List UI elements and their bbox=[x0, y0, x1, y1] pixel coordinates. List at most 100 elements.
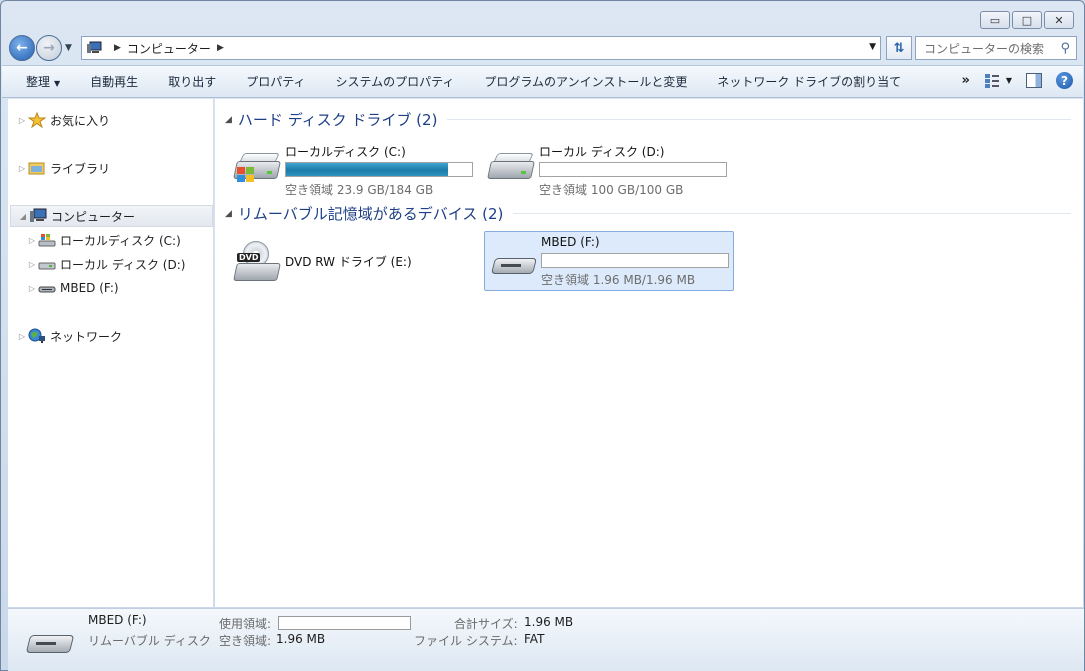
nav-favorites[interactable]: ▷ お気に入り bbox=[16, 109, 110, 131]
drive-e-tile[interactable]: DVD DVD RW ドライブ (E:) bbox=[229, 229, 479, 289]
breadcrumb-arrow-icon[interactable]: ▶ bbox=[114, 43, 121, 53]
star-icon bbox=[27, 111, 47, 129]
group-removable-title: リムーバブル記憶域があるデバイス (2) bbox=[237, 205, 504, 223]
chevron-down-icon: ▼ bbox=[54, 79, 61, 88]
drive-f-name: MBED (F:) bbox=[541, 235, 600, 249]
nav-computer[interactable]: ◢ コンピューター bbox=[10, 205, 213, 227]
nav-favorites-label: お気に入り bbox=[50, 113, 111, 128]
toolbar-right: » ▼ ? bbox=[961, 72, 1073, 89]
hard-drive-icon bbox=[487, 147, 535, 187]
computer-icon bbox=[86, 41, 102, 55]
details-drive-name: MBED (F:) bbox=[88, 613, 147, 627]
drive-f-free-space: 空き領域 1.96 MB/1.96 MB bbox=[541, 273, 696, 287]
group-hard-disks[interactable]: ◢ ハード ディスク ドライブ (2) bbox=[225, 109, 1071, 130]
details-filesystem-value: FAT bbox=[524, 632, 545, 646]
help-icon[interactable]: ? bbox=[1056, 72, 1073, 89]
collapse-icon[interactable]: ◢ bbox=[225, 209, 232, 219]
expand-icon[interactable]: ▷ bbox=[26, 284, 38, 293]
drive-f-tile[interactable]: MBED (F:) 空き領域 1.96 MB/1.96 MB bbox=[484, 231, 734, 291]
drive-c-usage-fill bbox=[286, 163, 448, 176]
map-network-drive-button[interactable]: ネットワーク ドライブの割り当て bbox=[702, 73, 916, 90]
hard-drive-icon bbox=[38, 256, 56, 272]
expand-icon[interactable]: ▷ bbox=[16, 164, 28, 173]
drive-d-usage-bar bbox=[539, 162, 727, 177]
nav-drive-d-label: ローカル ディスク (D:) bbox=[60, 257, 186, 272]
breadcrumb-computer[interactable]: コンピューター bbox=[127, 40, 211, 57]
change-view-button[interactable]: ▼ bbox=[984, 73, 1012, 89]
nav-libraries-label: ライブラリ bbox=[50, 161, 111, 176]
nav-buttons: ← → ▼ bbox=[9, 35, 72, 61]
breadcrumb-arrow-icon[interactable]: ▶ bbox=[217, 43, 224, 53]
nav-drive-f-label: MBED (F:) bbox=[60, 281, 119, 295]
address-bar[interactable]: ▶ コンピューター ▶ ▼ bbox=[81, 36, 881, 60]
group-removable[interactable]: ◢ リムーバブル記憶域があるデバイス (2) bbox=[225, 203, 1071, 224]
expand-icon[interactable]: ▷ bbox=[26, 260, 38, 269]
details-filesystem-label: ファイル システム: bbox=[414, 634, 518, 648]
recent-pages-dropdown[interactable]: ▼ bbox=[65, 43, 72, 53]
details-free-label: 空き領域: bbox=[219, 634, 272, 648]
search-icon: ⚲ bbox=[1060, 41, 1070, 56]
removable-drive-icon bbox=[38, 280, 56, 296]
drive-f-usage-bar bbox=[541, 253, 729, 268]
address-row: ← → ▼ ▶ コンピューター ▶ ▼ ⇅ コンピューターの検索 ⚲ bbox=[9, 35, 1077, 61]
group-divider bbox=[513, 213, 1071, 214]
address-dropdown-icon[interactable]: ▼ bbox=[869, 42, 876, 52]
details-free-value: 1.96 MB bbox=[276, 632, 326, 646]
nav-network-label: ネットワーク bbox=[50, 329, 123, 344]
expand-icon[interactable]: ▷ bbox=[16, 332, 28, 341]
command-bar: 整理 ▼ 自動再生 取り出す プロパティ システムのプロパティ プログラムのアンイ… bbox=[2, 65, 1083, 98]
drive-c-tile[interactable]: ローカルディスク (C:) 空き領域 23.9 GB/184 GB bbox=[229, 135, 479, 197]
nav-network[interactable]: ▷ ネットワーク bbox=[16, 325, 122, 347]
collapse-icon[interactable]: ◢ bbox=[17, 212, 29, 221]
drive-c-free-space: 空き領域 23.9 GB/184 GB bbox=[285, 183, 434, 197]
details-drive-type: リムーバブル ディスク bbox=[88, 634, 211, 648]
details-pane: MBED (F:) リムーバブル ディスク 使用領域: 空き領域: 1.96 M… bbox=[8, 608, 1084, 671]
minimize-button[interactable]: ▭ bbox=[980, 11, 1010, 29]
drive-e-name: DVD RW ドライブ (E:) bbox=[285, 255, 412, 269]
eject-button[interactable]: 取り出す bbox=[153, 73, 231, 90]
uninstall-program-button[interactable]: プログラムのアンインストールと変更 bbox=[469, 73, 702, 90]
navigation-pane: ▷ お気に入り ▷ ライブラリ ◢ コンピューター ▷ ローカルディスク (C:… bbox=[8, 99, 214, 607]
drive-c-usage-bar bbox=[285, 162, 473, 177]
explorer-window: ▭ □ ✕ ← → ▼ ▶ コンピューター ▶ ▼ ⇅ コンピューターの検索 ⚲… bbox=[0, 0, 1085, 671]
computer-icon bbox=[29, 208, 47, 224]
nav-drive-c[interactable]: ▷ ローカルディスク (C:) bbox=[26, 229, 181, 251]
forward-button[interactable]: → bbox=[36, 35, 62, 61]
organize-label: 整理 bbox=[26, 75, 51, 89]
system-properties-button[interactable]: システムのプロパティ bbox=[320, 73, 469, 90]
close-button[interactable]: ✕ bbox=[1044, 11, 1074, 29]
details-total-label: 合計サイズ: bbox=[454, 617, 518, 631]
search-input[interactable]: コンピューターの検索 ⚲ bbox=[915, 36, 1077, 60]
removable-drive-icon bbox=[489, 244, 537, 284]
back-button[interactable]: ← bbox=[9, 35, 35, 61]
expand-icon[interactable]: ▷ bbox=[16, 116, 28, 125]
nav-libraries[interactable]: ▷ ライブラリ bbox=[16, 157, 110, 179]
nav-drive-f[interactable]: ▷ MBED (F:) bbox=[26, 277, 119, 299]
properties-button[interactable]: プロパティ bbox=[231, 73, 320, 90]
nav-computer-label: コンピューター bbox=[51, 209, 136, 224]
details-used-bar bbox=[278, 616, 411, 630]
organize-menu[interactable]: 整理 ▼ bbox=[2, 73, 75, 90]
drive-d-tile[interactable]: ローカル ディスク (D:) 空き領域 100 GB/100 GB bbox=[483, 135, 733, 197]
network-icon bbox=[28, 328, 46, 344]
search-placeholder: コンピューターの検索 bbox=[924, 41, 1045, 56]
library-icon bbox=[28, 160, 46, 176]
system-drive-icon bbox=[38, 232, 56, 248]
content-pane: ◢ ハード ディスク ドライブ (2) ローカルディスク (C:) 空き領域 2… bbox=[215, 99, 1083, 607]
maximize-button[interactable]: □ bbox=[1012, 11, 1042, 29]
more-commands-button[interactable]: » bbox=[961, 73, 969, 88]
drive-d-free-space: 空き領域 100 GB/100 GB bbox=[539, 183, 684, 197]
caption-buttons: ▭ □ ✕ bbox=[980, 11, 1074, 29]
removable-drive-icon bbox=[24, 627, 76, 661]
details-total-value: 1.96 MB bbox=[524, 615, 574, 629]
drive-c-name: ローカルディスク (C:) bbox=[285, 145, 406, 159]
details-used-label: 使用領域: bbox=[219, 617, 272, 631]
collapse-icon[interactable]: ◢ bbox=[225, 115, 232, 125]
autoplay-button[interactable]: 自動再生 bbox=[75, 73, 153, 90]
dvd-badge: DVD bbox=[237, 253, 261, 262]
nav-drive-c-label: ローカルディスク (C:) bbox=[60, 233, 181, 248]
nav-drive-d[interactable]: ▷ ローカル ディスク (D:) bbox=[26, 253, 186, 275]
refresh-button[interactable]: ⇅ bbox=[886, 36, 912, 60]
expand-icon[interactable]: ▷ bbox=[26, 236, 38, 245]
preview-pane-icon[interactable] bbox=[1026, 73, 1042, 88]
